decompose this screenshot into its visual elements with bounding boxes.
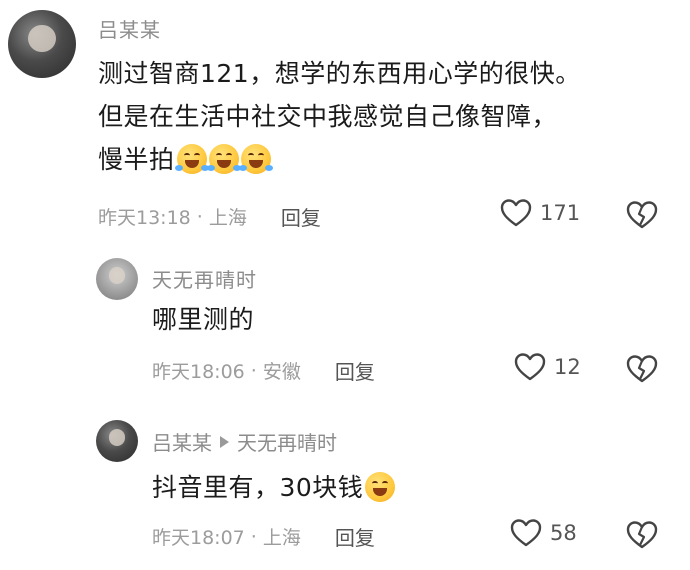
reply-text-span: 抖音里有，30块钱 <box>152 473 364 502</box>
laughing-tears-emoji <box>174 144 209 174</box>
like-button[interactable]: 12 <box>514 352 581 382</box>
reply-time: 昨天18:07 <box>152 527 245 549</box>
broken-heart-icon[interactable] <box>626 354 658 384</box>
like-count: 58 <box>550 521 577 545</box>
reply-location: 安徽 <box>262 361 301 383</box>
separator: · <box>196 205 203 228</box>
heart-outline-icon <box>514 353 546 381</box>
reply-time: 昨天18:06 <box>152 361 245 383</box>
separator: · <box>250 359 257 382</box>
reply-username[interactable]: 天无再晴时 <box>152 264 257 293</box>
comment-text-line-span: 慢半拍 <box>98 145 175 174</box>
laughing-tears-emoji <box>206 144 241 174</box>
heart-outline-icon <box>510 519 542 547</box>
comment-text-line: 慢半拍 <box>98 138 581 181</box>
reply-meta: 昨天18:06 · 安徽 回复 <box>152 356 375 385</box>
laughing-tears-emoji <box>238 144 273 174</box>
reply-arrow-icon <box>220 435 229 448</box>
heart-outline-icon <box>500 199 532 227</box>
grinning-emoji <box>365 472 396 502</box>
comment-text: 测过智商121，想学的东西用心学的很快。 但是在生活中社交中我感觉自己像智障， … <box>98 52 581 181</box>
broken-heart-icon[interactable] <box>626 520 658 550</box>
separator: · <box>250 525 257 548</box>
reply-text: 哪里测的 <box>152 305 255 334</box>
reply-header: 吕某某 天无再晴时 <box>152 427 337 456</box>
reply-username[interactable]: 吕某某 <box>152 427 212 456</box>
comment-text-line: 但是在生活中社交中我感觉自己像智障， <box>98 102 558 131</box>
avatar[interactable] <box>96 420 138 462</box>
reply-button[interactable]: 回复 <box>335 522 375 551</box>
comment-time: 昨天13:18 <box>98 207 191 229</box>
comment-text-line: 测过智商121，想学的东西用心学的很快。 <box>98 59 581 88</box>
comment-meta: 昨天13:18 · 上海 回复 <box>98 202 321 231</box>
reply-button[interactable]: 回复 <box>281 202 321 231</box>
reply-button[interactable]: 回复 <box>335 356 375 385</box>
reply-meta: 昨天18:07 · 上海 回复 <box>152 522 375 551</box>
broken-heart-icon[interactable] <box>626 200 658 230</box>
comment-location: 上海 <box>208 207 247 229</box>
avatar[interactable] <box>8 10 76 78</box>
comment-username[interactable]: 吕某某 <box>98 14 161 43</box>
reply-target-username[interactable]: 天无再晴时 <box>237 427 337 456</box>
like-button[interactable]: 171 <box>500 198 580 228</box>
reply-location: 上海 <box>262 527 301 549</box>
like-count: 12 <box>554 355 581 379</box>
like-count: 171 <box>540 201 581 225</box>
reply-text: 抖音里有，30块钱 <box>152 466 396 509</box>
like-button[interactable]: 58 <box>510 518 577 548</box>
avatar[interactable] <box>96 258 138 300</box>
